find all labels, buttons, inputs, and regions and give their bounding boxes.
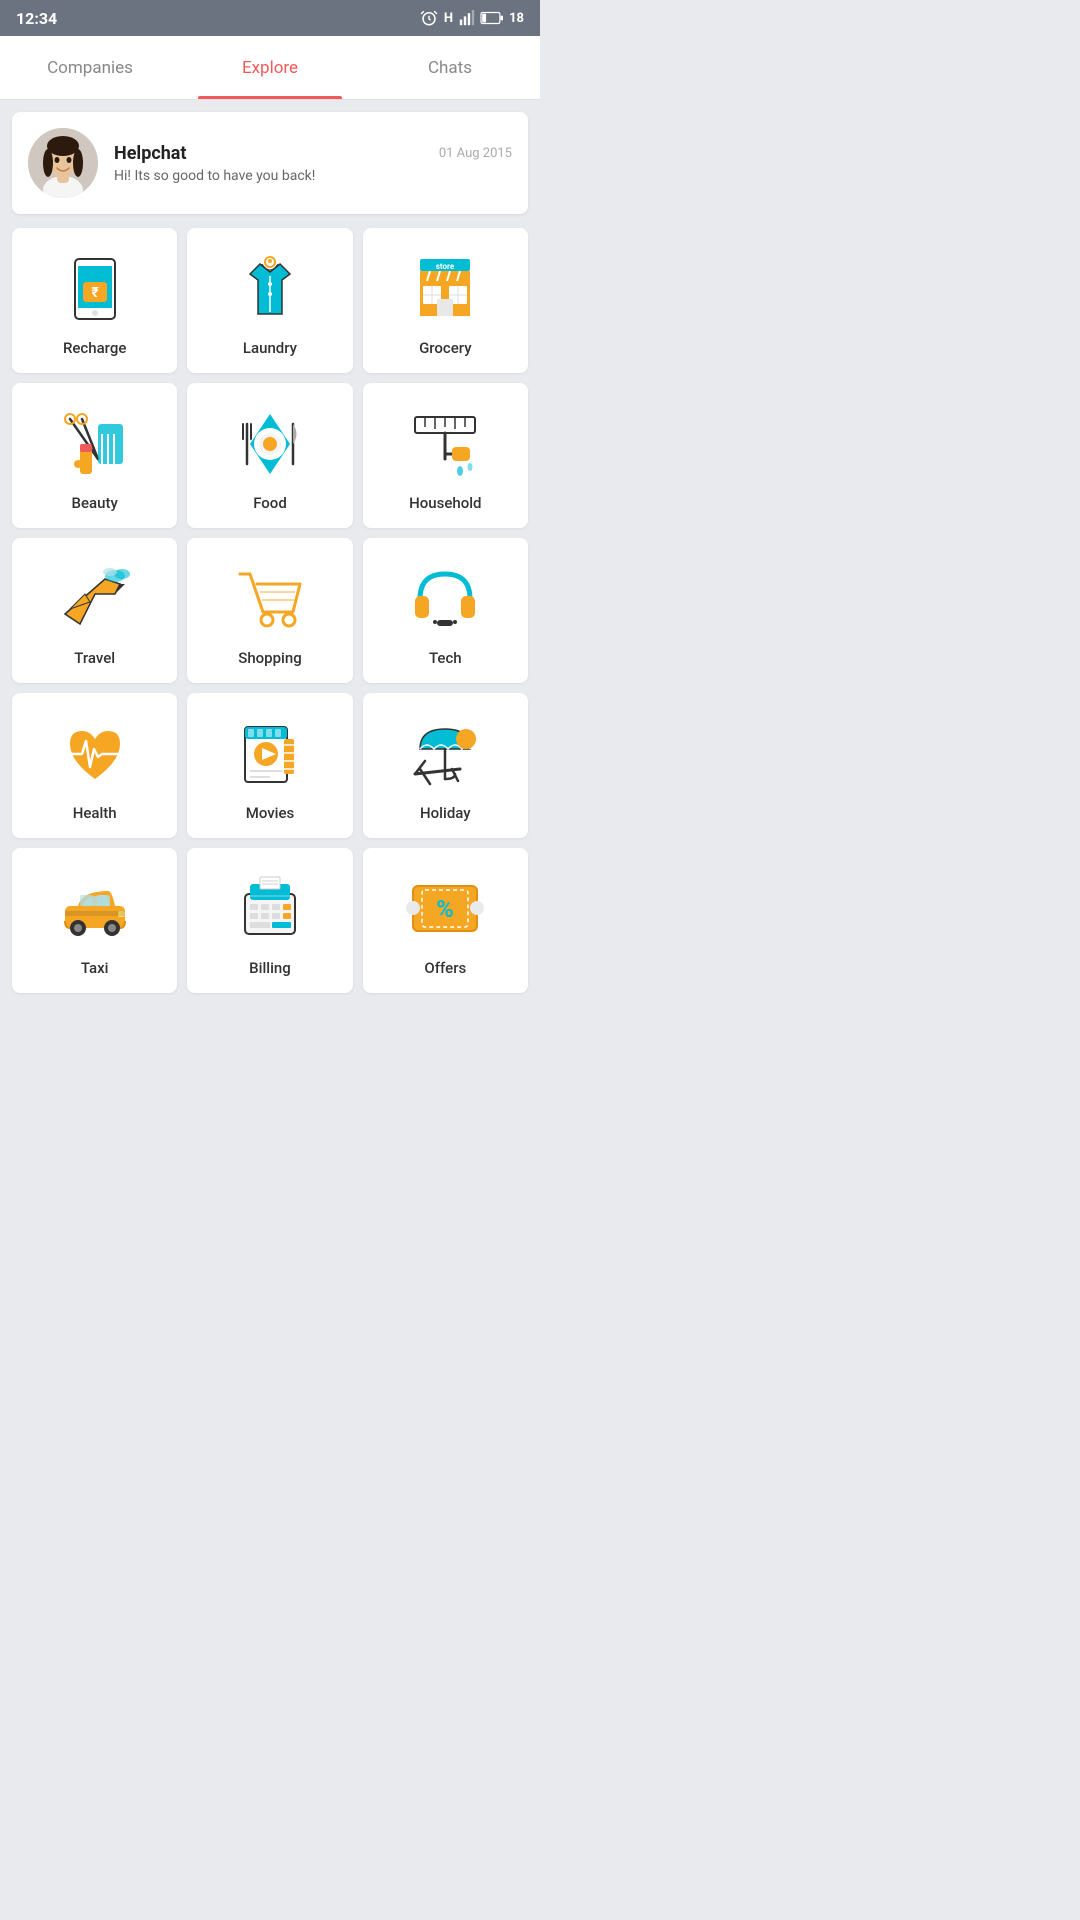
movies-label: Movies — [246, 804, 295, 822]
grid-item-recharge[interactable]: ₹ Recharge — [12, 228, 177, 373]
alarm-icon — [420, 9, 438, 27]
grid-item-offers[interactable]: % Offers — [363, 848, 528, 993]
grid-item-travel[interactable]: Travel — [12, 538, 177, 683]
grid-item-movies[interactable]: Movies — [187, 693, 352, 838]
tech-icon — [405, 559, 485, 639]
food-icon — [230, 404, 310, 484]
shopping-label: Shopping — [238, 649, 301, 667]
grid-item-taxi[interactable]: Taxi — [12, 848, 177, 993]
grid-item-beauty[interactable]: Beauty — [12, 383, 177, 528]
travel-icon — [55, 559, 135, 639]
billing-icon — [230, 869, 310, 949]
svg-text:%: % — [436, 895, 454, 923]
svg-text:store: store — [436, 262, 455, 271]
battery-level: 18 — [509, 11, 524, 26]
laundry-label: Laundry — [243, 339, 297, 357]
chat-header: Helpchat 01 Aug 2015 — [114, 143, 512, 164]
nav-tabs: Companies Explore Chats — [0, 36, 540, 100]
chat-message: Hi! Its so good to have you back! — [114, 168, 512, 184]
chat-name: Helpchat — [114, 143, 187, 164]
grid-item-household[interactable]: Household — [363, 383, 528, 528]
chat-info: Helpchat 01 Aug 2015 Hi! Its so good to … — [114, 143, 512, 184]
status-icons: H 18 — [420, 9, 524, 27]
laundry-icon — [230, 249, 310, 329]
tab-explore[interactable]: Explore — [180, 36, 360, 99]
household-label: Household — [409, 494, 481, 512]
grid-item-billing[interactable]: Billing — [187, 848, 352, 993]
travel-label: Travel — [74, 649, 115, 667]
offers-label: Offers — [424, 959, 466, 977]
avatar — [28, 128, 98, 198]
shopping-icon — [230, 559, 310, 639]
status-time: 12:34 — [16, 9, 57, 28]
battery-icon — [481, 11, 503, 25]
beauty-icon — [55, 404, 135, 484]
offers-icon: % — [405, 869, 485, 949]
household-icon — [405, 404, 485, 484]
billing-label: Billing — [249, 959, 291, 977]
recharge-icon: ₹ — [55, 249, 135, 329]
grid-item-grocery[interactable]: store — [363, 228, 528, 373]
tab-chats[interactable]: Chats — [360, 36, 540, 99]
beauty-label: Beauty — [72, 494, 118, 512]
main-content: Helpchat 01 Aug 2015 Hi! Its so good to … — [0, 100, 540, 1005]
holiday-icon — [405, 714, 485, 794]
chat-date: 01 Aug 2015 — [439, 146, 512, 161]
recharge-label: Recharge — [63, 339, 126, 357]
movies-icon — [230, 714, 310, 794]
chat-card[interactable]: Helpchat 01 Aug 2015 Hi! Its so good to … — [12, 112, 528, 214]
tech-label: Tech — [429, 649, 462, 667]
health-label: Health — [73, 804, 117, 822]
status-bar: 12:34 H 18 — [0, 0, 540, 36]
grid-item-laundry[interactable]: Laundry — [187, 228, 352, 373]
tab-companies[interactable]: Companies — [0, 36, 180, 99]
grocery-label: Grocery — [419, 339, 472, 357]
grid-item-shopping[interactable]: Shopping — [187, 538, 352, 683]
grid-item-food[interactable]: Food — [187, 383, 352, 528]
grid-item-health[interactable]: Health — [12, 693, 177, 838]
category-grid: ₹ Recharge — [12, 228, 528, 993]
signal-icon — [459, 10, 475, 26]
food-label: Food — [253, 494, 287, 512]
grid-item-tech[interactable]: Tech — [363, 538, 528, 683]
holiday-label: Holiday — [420, 804, 471, 822]
grocery-icon: store — [405, 249, 485, 329]
taxi-label: Taxi — [81, 959, 109, 977]
taxi-icon — [55, 869, 135, 949]
grid-item-holiday[interactable]: Holiday — [363, 693, 528, 838]
h-indicator: H — [444, 11, 453, 26]
svg-text:₹: ₹ — [91, 285, 99, 301]
health-icon — [55, 714, 135, 794]
